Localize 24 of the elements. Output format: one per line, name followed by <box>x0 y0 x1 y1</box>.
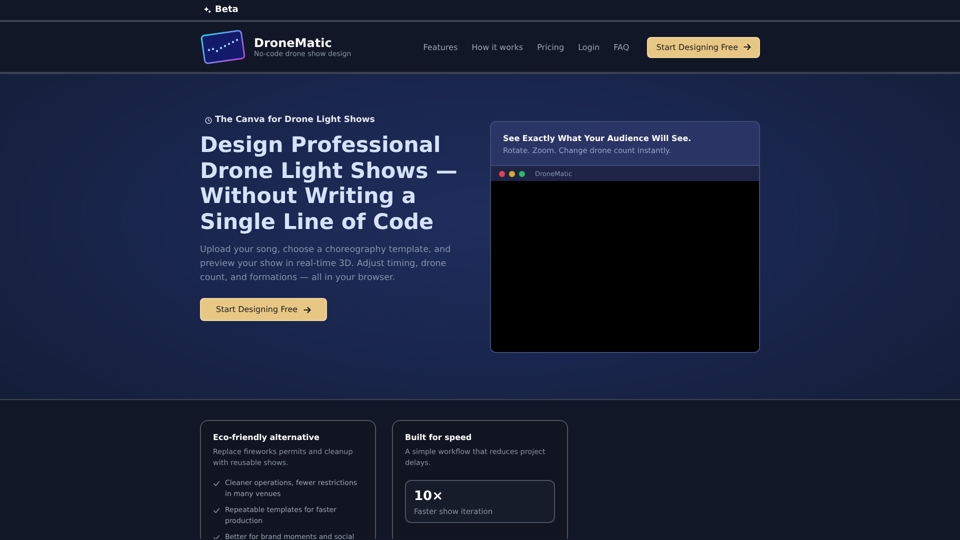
arrow-right-icon <box>302 306 311 314</box>
hero-title: Design Professional Drone Light Shows — Without Writing a Single Line of Code <box>200 133 458 235</box>
arrow-right-icon <box>743 43 751 51</box>
checkmark-icon <box>213 534 220 539</box>
card-title: Built for speed <box>405 433 473 442</box>
preview-title: See Exactly What Your Audience Will See. <box>503 134 692 143</box>
sparkle-icon <box>204 6 212 14</box>
card-title: Eco-friendly alternative <box>213 433 320 442</box>
nav-link[interactable]: Pricing <box>537 42 564 52</box>
nav-link[interactable]: How it works <box>472 42 524 52</box>
clock-icon <box>205 116 212 124</box>
start-designing-button[interactable]: Start Designing Free <box>647 36 760 58</box>
stat-value: 10× <box>414 489 444 504</box>
logo-icon[interactable] <box>200 30 246 64</box>
checkmark-icon <box>213 507 220 514</box>
nav-link[interactable]: Features <box>423 42 458 52</box>
hero-eyebrow: The Canva for Drone Light Shows <box>200 115 375 125</box>
checkmark-icon <box>213 480 220 487</box>
brand-name: DroneMatic <box>254 36 333 50</box>
hero-description: Upload your song, choose a choreography template, and preview your show in real-time 3D. Adjust timing, drone count, and formations — all in your browser. <box>200 244 452 285</box>
start-designing-button[interactable]: Start Designing Free <box>200 298 327 321</box>
nav-link[interactable]: Login <box>578 42 600 52</box>
beta-label: Beta <box>215 5 238 15</box>
nav-link[interactable]: FAQ <box>614 42 630 52</box>
